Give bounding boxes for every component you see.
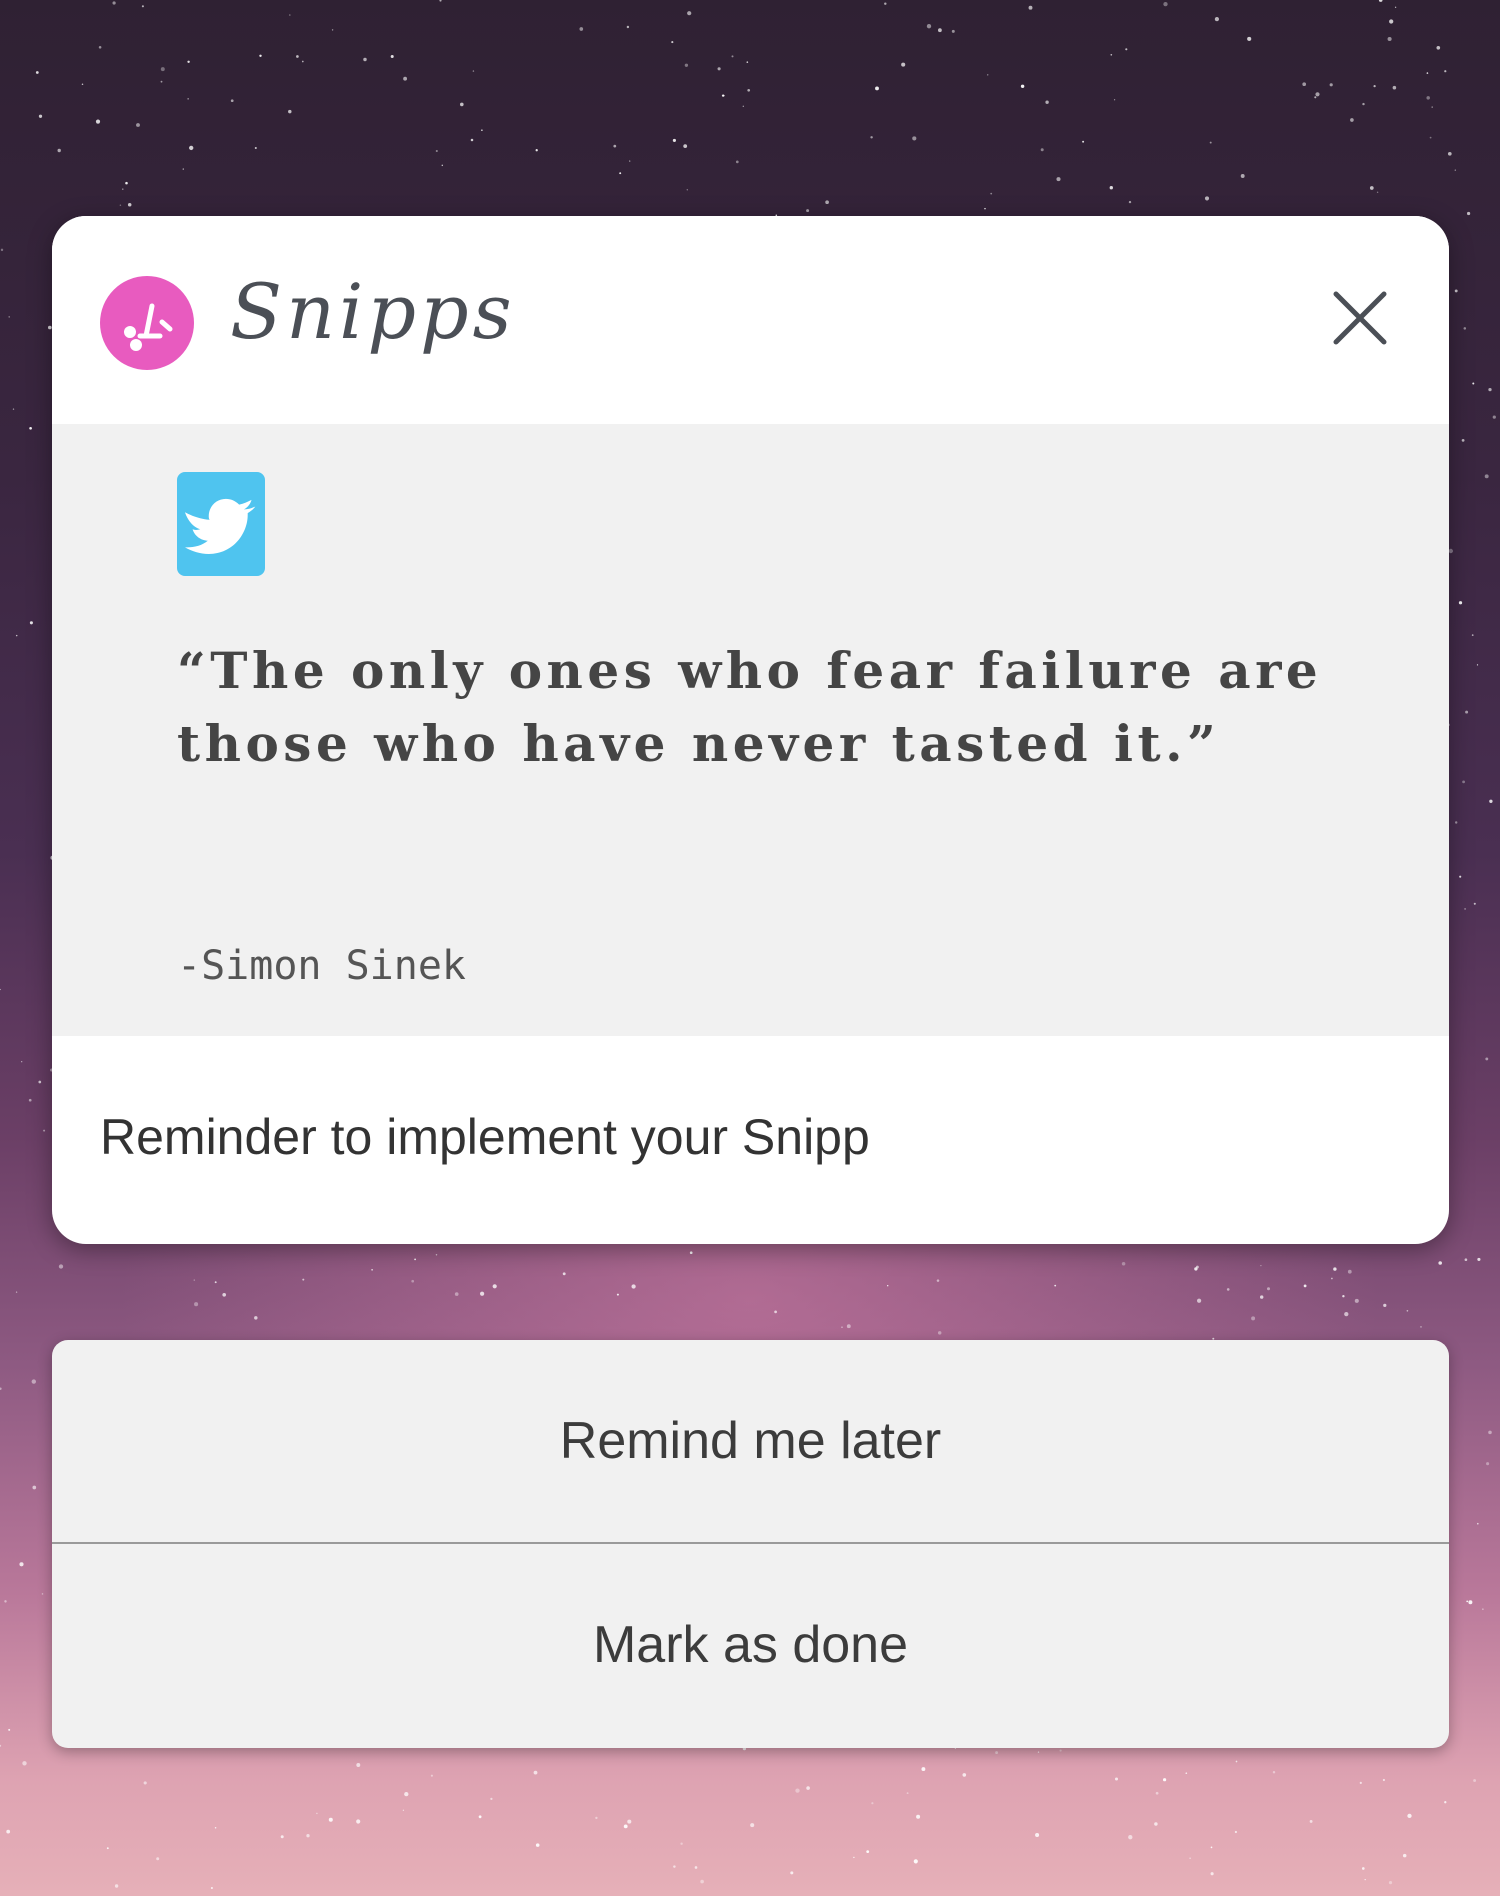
snipp-quote: “The only ones who fear failure are thos… [177,641,1323,773]
remind-later-button[interactable]: Remind me later [52,1340,1449,1542]
notification-card: Snipps “The only ones who fear failure a… [52,216,1449,1244]
twitter-icon [177,472,265,576]
snipp-author: -Simon Sinek [177,943,466,989]
scissors-icon [100,276,194,370]
action-sheet: Remind me later Mark as done [52,1340,1449,1748]
snipp-content: “The only ones who fear failure are thos… [52,424,1449,1036]
reminder-message: Reminder to implement your Snipp [100,1109,870,1165]
close-icon[interactable] [1320,278,1400,358]
mark-done-button[interactable]: Mark as done [52,1544,1449,1746]
notification-header: Snipps [52,216,1449,424]
app-name: Snipps [230,267,516,356]
